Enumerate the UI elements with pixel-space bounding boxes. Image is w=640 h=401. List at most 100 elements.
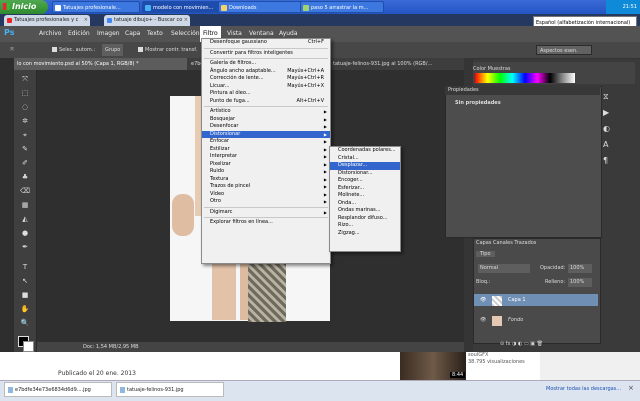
menu-item-pintura-al-oleo[interactable]: Pintura al óleo... <box>202 90 330 98</box>
history-icon[interactable]: ⧖ <box>603 92 609 102</box>
healing-tool-icon[interactable]: ✐ <box>18 158 32 169</box>
swatches-strip[interactable] <box>475 73 575 83</box>
menu-item-ondas-marinas[interactable]: Ondas marinas... <box>330 207 400 215</box>
show-transform-checkbox[interactable]: Mostrar contr. transf. <box>138 44 197 56</box>
menu-item-coordenadas-polares[interactable]: Coordenadas polares... <box>330 147 400 155</box>
menu-item-encoger[interactable]: Encoger... <box>330 177 400 185</box>
menu-item-galeria-de-filtros[interactable]: Galería de filtros... <box>202 60 330 68</box>
menu-item-angulo-ancho-adaptable[interactable]: Ángulo ancho adaptable... Mayús+Ctrl+A <box>202 68 330 76</box>
download-item[interactable]: tatuaje-felinos-931.jpg <box>116 382 224 397</box>
paragraph-icon[interactable]: ¶ <box>603 156 608 165</box>
menu-item-cristal[interactable]: Cristal... <box>330 155 400 163</box>
autoselect-checkbox[interactable]: Selec. autom.: <box>52 44 95 56</box>
menu-item-zigzag[interactable]: Zigzag... <box>330 230 400 238</box>
tab-close-icon[interactable]: × <box>84 15 88 26</box>
blur-tool-icon[interactable]: ◭ <box>18 214 32 225</box>
menu-item-desplazar[interactable]: Desplazar... <box>330 162 400 170</box>
lasso-tool-icon[interactable]: ◌ <box>18 102 32 113</box>
doc-tab-tatuaje[interactable]: tatuaje-felinos-931.jpg al 100% (RGB/... <box>330 58 465 70</box>
menu-capa[interactable]: Capa <box>122 26 143 42</box>
layer-row-fondo[interactable]: 👁 Fondo <box>474 314 598 326</box>
group-select[interactable]: Grupo <box>102 44 124 56</box>
eyedropper-tool-icon[interactable]: ✎ <box>18 144 32 155</box>
layer-kind-filter[interactable]: Tipo <box>476 251 495 257</box>
tattoo-layer-image[interactable] <box>248 262 286 322</box>
channel-name[interactable]: soulGFX <box>468 352 525 359</box>
menu-item-textura[interactable]: Textura ▶ <box>202 176 330 184</box>
eye-icon[interactable]: 👁 <box>480 314 486 326</box>
video-thumbnail[interactable]: 8:44 <box>400 352 466 380</box>
marquee-tool-icon[interactable]: ⬚ <box>18 88 32 99</box>
color-panel-tabs[interactable]: Color Muestras <box>473 66 511 72</box>
zoom-tool-icon[interactable]: 🔍 <box>18 318 32 329</box>
fill-input[interactable]: 100% <box>568 278 592 287</box>
tab-close-icon[interactable]: × <box>184 15 188 26</box>
hand-tool-icon[interactable]: ✋ <box>18 304 32 315</box>
menu-imagen[interactable]: Imagen <box>94 26 123 42</box>
start-button[interactable]: Inicio <box>0 0 48 14</box>
blend-mode-select[interactable]: Normal <box>478 264 530 273</box>
menu-texto[interactable]: Texto <box>144 26 166 42</box>
menu-item-molinete[interactable]: Molinete... <box>330 192 400 200</box>
menu-item-punto-de-fuga[interactable]: Punto de fuga... Alt+Ctrl+V <box>202 98 330 106</box>
menu-item-rizo[interactable]: Rizo... <box>330 222 400 230</box>
quick-select-tool-icon[interactable]: ✲ <box>18 116 32 127</box>
menu-item-distorsionar[interactable]: Distorsionar... <box>330 170 400 178</box>
crop-tool-icon[interactable]: ⌖ <box>18 130 32 141</box>
close-downloads-icon[interactable]: × <box>628 384 634 392</box>
doc-tab-modelo[interactable]: lo con movimiento.psd al 50% (Capa 1, RG… <box>14 58 187 70</box>
menu-item-bosquejar[interactable]: Bosquejar ▶ <box>202 116 330 124</box>
brush-tool-icon[interactable]: ♣ <box>18 172 32 183</box>
menu-item-correccion-de-lente[interactable]: Corrección de lente... Mayús+Ctrl+R <box>202 75 330 83</box>
menu-item-explorar-filtros-en-linea[interactable]: Explorar filtros en línea... <box>202 219 330 227</box>
download-item[interactable]: e7bdfe34e73e6834d6d9....jpg <box>4 382 112 397</box>
menu-item-resplandor-difuso[interactable]: Resplandor difuso... <box>330 215 400 223</box>
menu-edicion[interactable]: Edición <box>65 26 93 42</box>
menu-item-video[interactable]: Vídeo ▶ <box>202 191 330 199</box>
menu-item-interpretar[interactable]: Interpretar ▶ <box>202 153 330 161</box>
taskbar-task-paint[interactable]: paso 5 arrastrar la m... <box>300 1 384 13</box>
menu-archivo[interactable]: Archivo <box>36 26 64 42</box>
menu-item-desenfocar[interactable]: Desenfocar ▶ <box>202 123 330 131</box>
move-tool-icon[interactable]: ⤧ <box>18 74 32 85</box>
move-tool-icon[interactable]: ⤧ <box>10 44 14 56</box>
opacity-input[interactable]: 100% <box>568 264 592 273</box>
menu-item-distorsionar[interactable]: Distorsionar ▶ <box>202 130 330 138</box>
shape-tool-icon[interactable]: ■ <box>18 290 32 301</box>
gradient-tool-icon[interactable]: ▦ <box>18 200 32 211</box>
taskbar-task-downloads[interactable]: Downloads <box>218 1 302 13</box>
workspace-select[interactable]: Aspectos esen. <box>536 45 592 55</box>
menu-item-pixelizar[interactable]: Pixelizar ▶ <box>202 161 330 169</box>
pen-tool-icon[interactable]: ✒ <box>18 242 32 253</box>
menu-item-estilizar[interactable]: Estilizar ▶ <box>202 146 330 154</box>
menu-item-ruido[interactable]: Ruido ▶ <box>202 168 330 176</box>
taskbar-task-photoshop[interactable]: modelo con movimien... <box>142 1 230 13</box>
background-color-swatch[interactable] <box>23 341 34 352</box>
dodge-tool-icon[interactable]: ● <box>18 228 32 239</box>
eraser-tool-icon[interactable]: ⌫ <box>18 186 32 197</box>
actions-icon[interactable]: ▶ <box>603 108 609 117</box>
menu-item-otro[interactable]: Otro ▶ <box>202 198 330 206</box>
menu-seleccion[interactable]: Selección <box>168 26 203 42</box>
menu-item-onda[interactable]: Onda... <box>330 200 400 208</box>
menu-item-enfocar[interactable]: Enfocar ▶ <box>202 138 330 146</box>
browser-tab-tatuajes[interactable]: Tatuajes profesionales y c × <box>4 15 90 26</box>
adjustments-icon[interactable]: ◐ <box>603 124 610 133</box>
menu-item-digimarc[interactable]: Digimarc ▶ <box>202 209 330 217</box>
menu-item-esferizar[interactable]: Esferizar... <box>330 185 400 193</box>
menu-item-desenfoque-gaussiano[interactable]: Desenfoque gaussiano Ctrl+F <box>202 39 330 47</box>
type-tool-icon[interactable]: T <box>18 262 32 273</box>
browser-tab-search[interactable]: tatuaje dibujo+ - Buscar co × <box>104 15 190 26</box>
layers-panel-tabs[interactable]: Capas Canales Trazados <box>476 240 536 246</box>
layer-row-capa-1[interactable]: 👁 Capa 1 <box>474 294 598 306</box>
eye-icon[interactable]: 👁 <box>480 294 486 306</box>
taskbar-task-chrome[interactable]: Tatuajes profesionale... <box>52 1 140 13</box>
path-select-tool-icon[interactable]: ↖ <box>18 276 32 287</box>
menu-item-convertir-para-filtros-inteligentes[interactable]: Convertir para filtros inteligentes <box>202 50 330 58</box>
layers-bottom-icons[interactable]: ⊝ fx ◑ ◐ ▭ ▣ 🗑 <box>500 341 543 347</box>
show-all-downloads-link[interactable]: Mostrar todas las descargas... <box>546 386 621 392</box>
menu-item-trazos-de-pincel[interactable]: Trazos de pincel ▶ <box>202 183 330 191</box>
menu-item-licuar[interactable]: Licuar... Mayús+Ctrl+X <box>202 83 330 91</box>
menu-item-artistico[interactable]: Artístico ▶ <box>202 108 330 116</box>
character-icon[interactable]: A <box>603 140 608 149</box>
